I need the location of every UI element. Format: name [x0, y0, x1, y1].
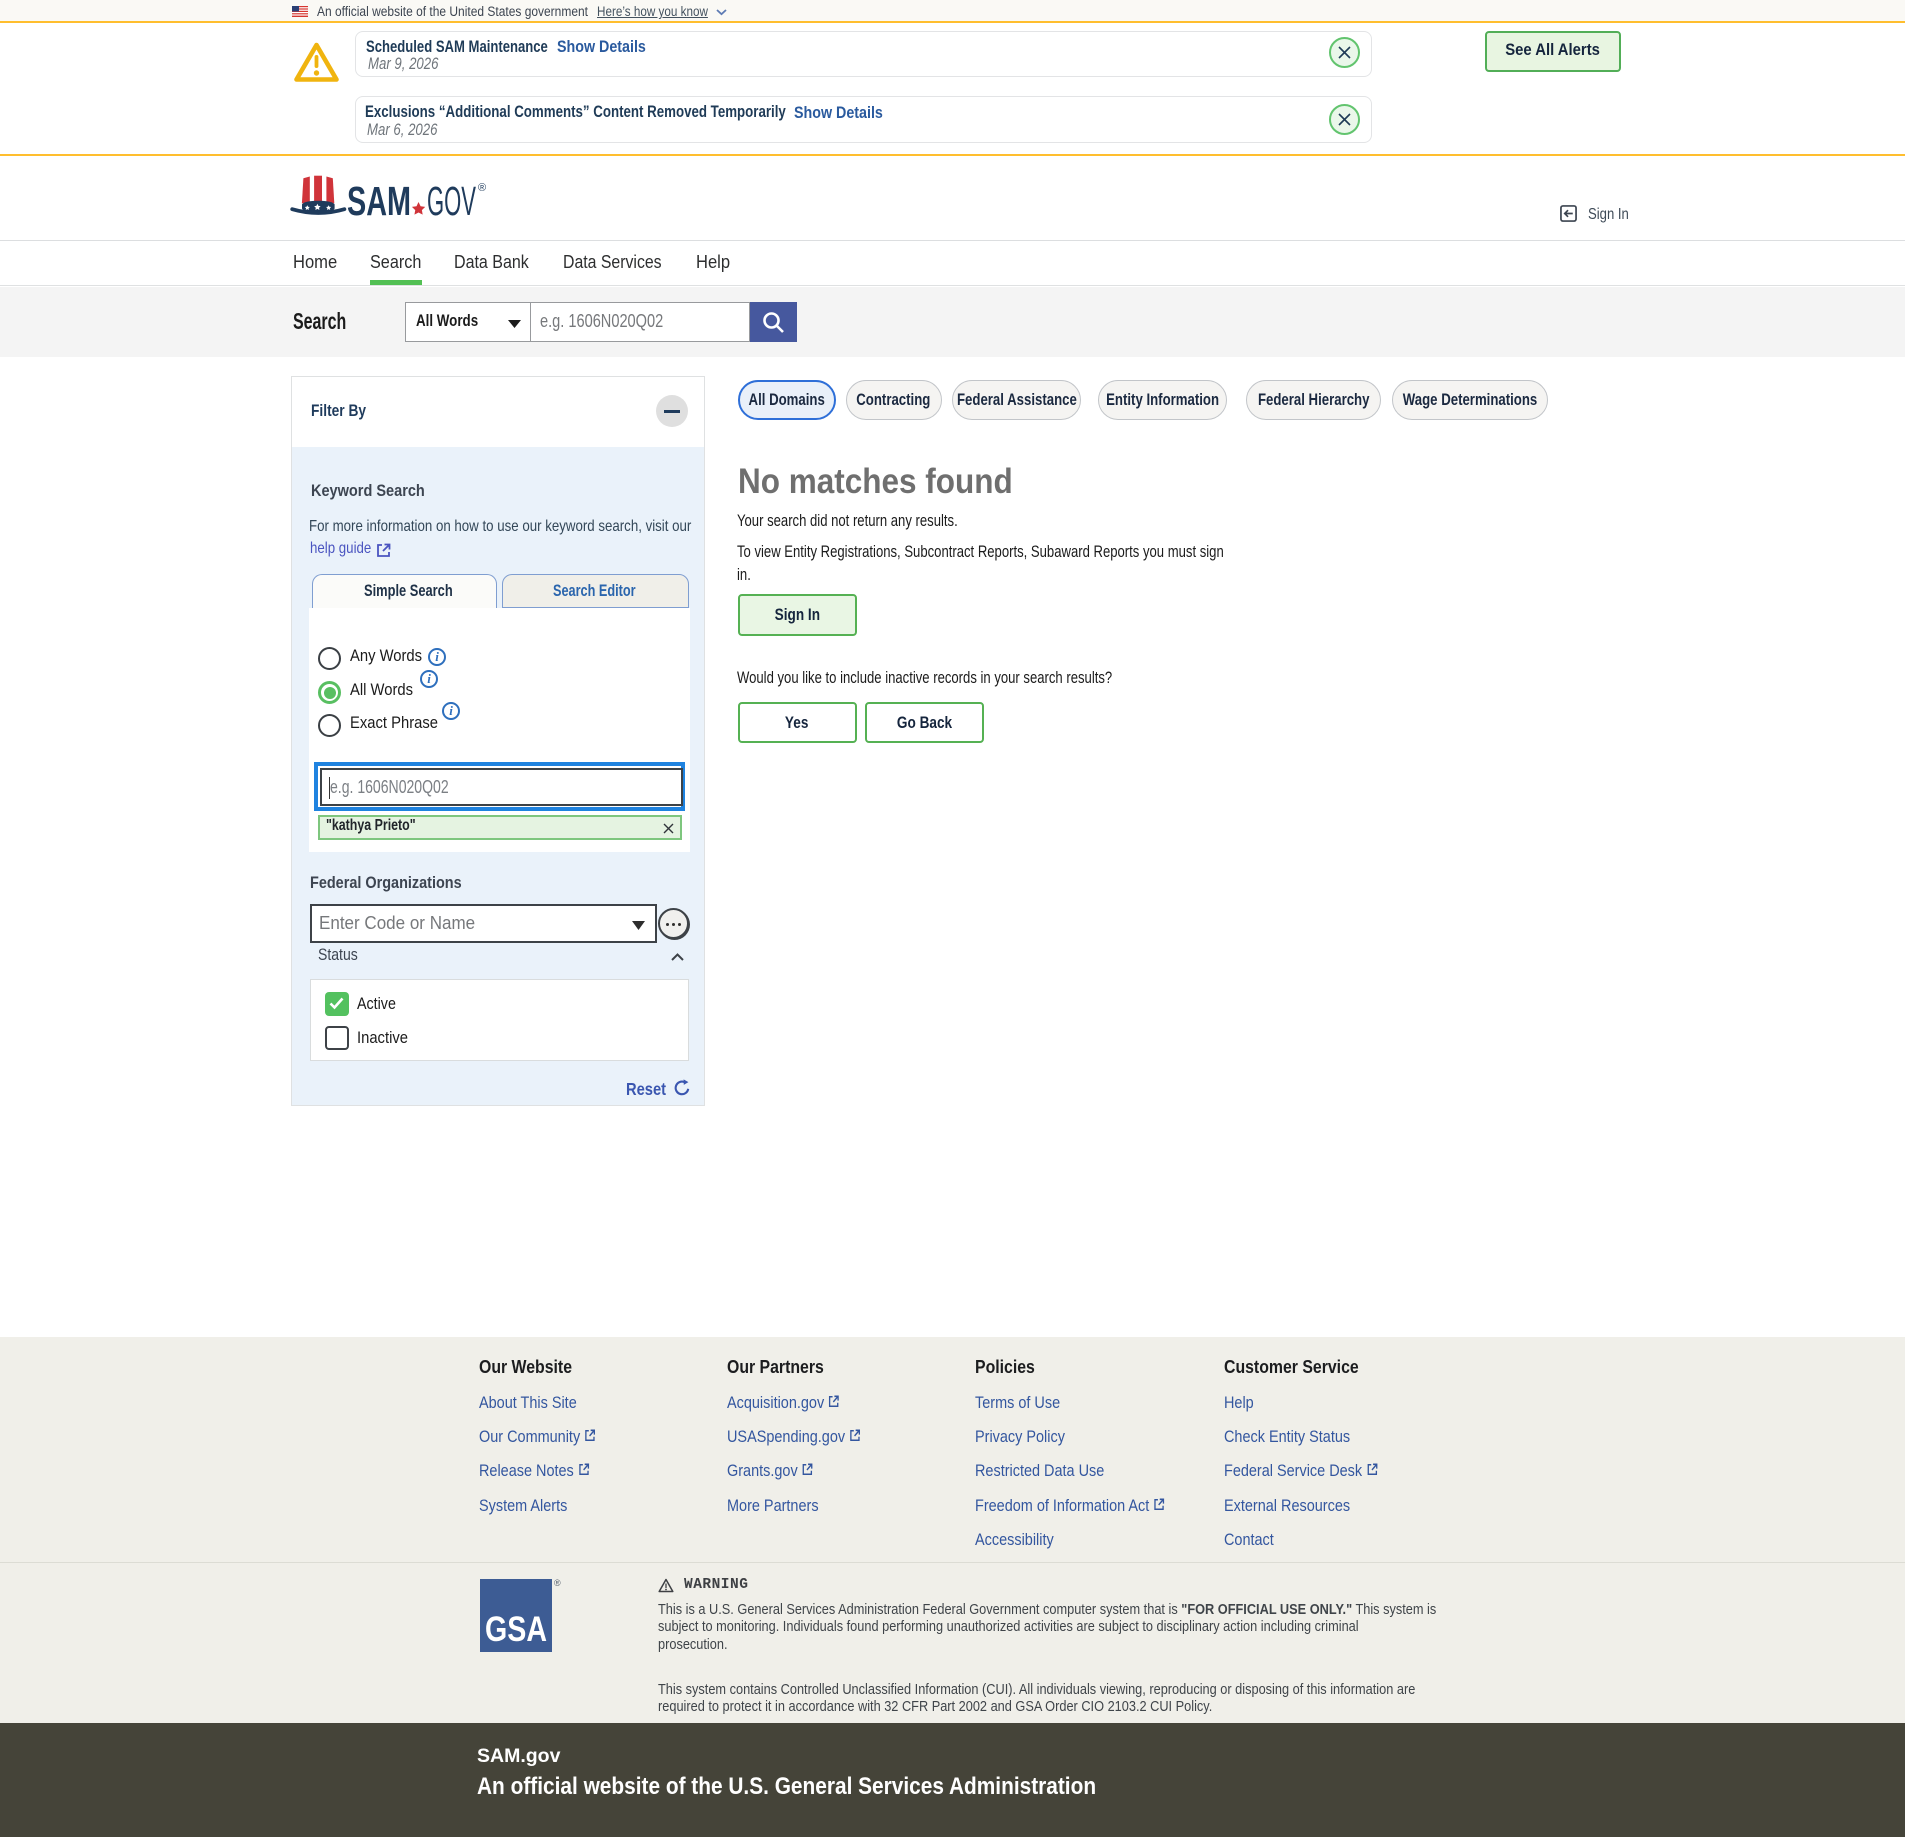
svg-text:GSA: GSA: [485, 1610, 547, 1649]
svg-text:SAM: SAM: [347, 178, 411, 221]
svg-text:®: ®: [554, 1578, 561, 1588]
svg-text:®: ®: [478, 182, 486, 194]
svg-text:GOV: GOV: [427, 178, 476, 221]
